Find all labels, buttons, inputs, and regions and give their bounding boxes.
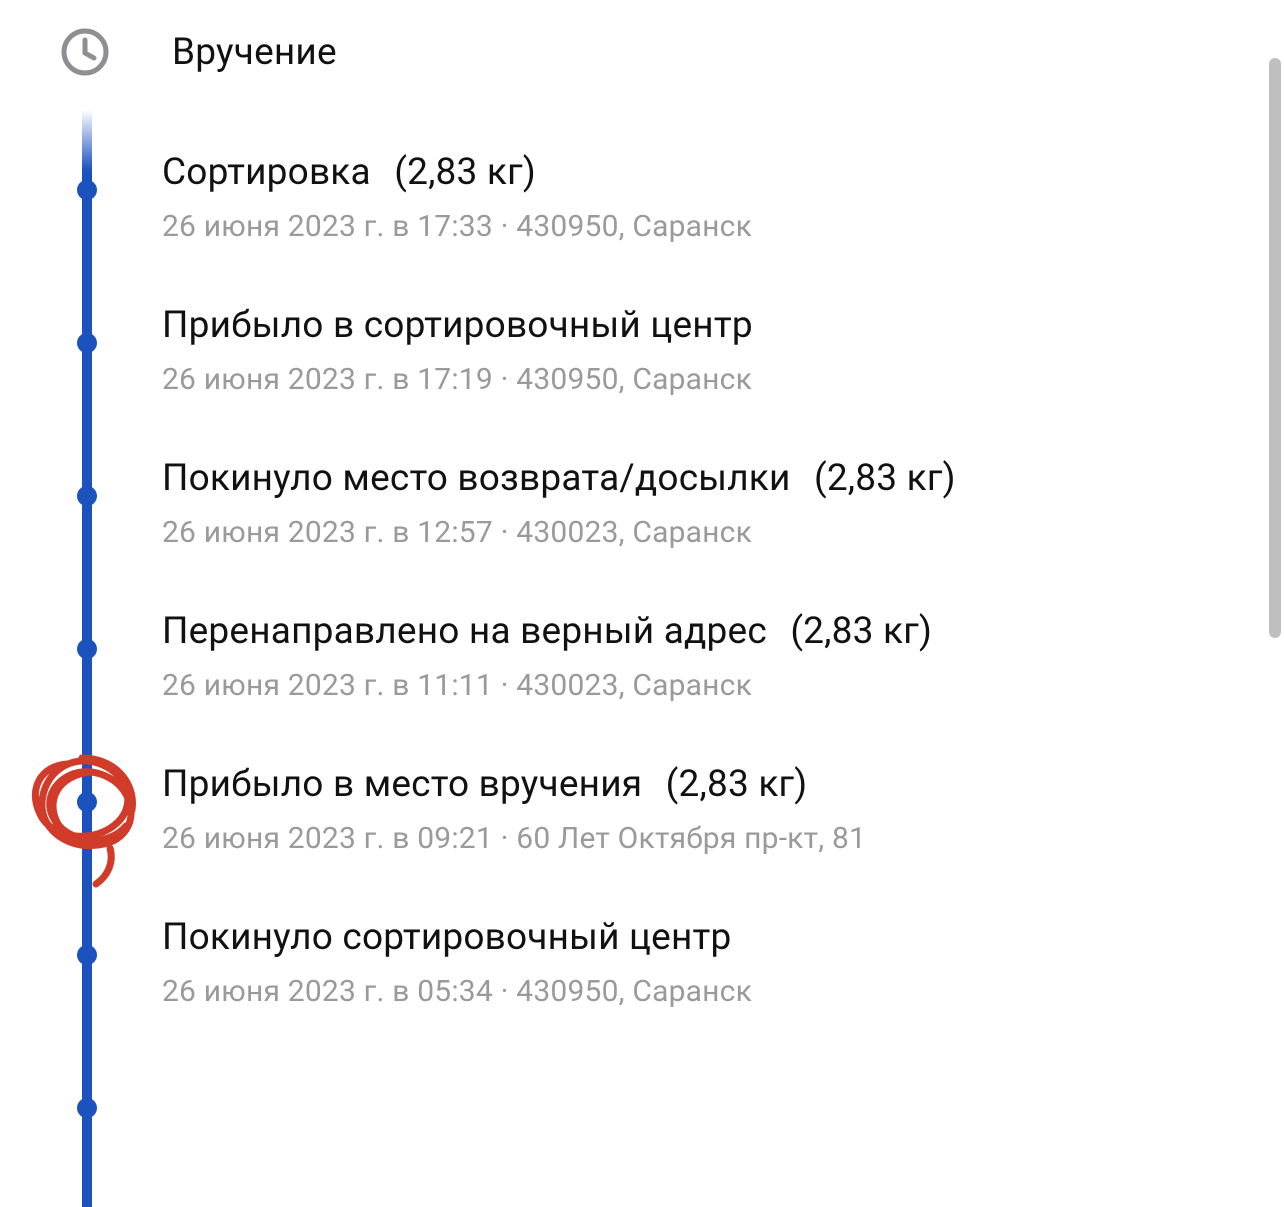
event-location: 60 Лет Октября пр-кт, 81 xyxy=(516,821,866,856)
event-separator: · xyxy=(501,209,517,244)
event-datetime: 26 июня 2023 г. в 11:11 xyxy=(162,668,493,703)
timeline-header: Вручение xyxy=(60,22,337,82)
event-title: Прибыло в сортировочный центр xyxy=(162,305,1164,348)
event-location: 430950, Саранск xyxy=(516,209,752,244)
event-weight: (2,83 кг) xyxy=(666,763,808,806)
event-separator: · xyxy=(501,821,517,856)
event-title: Сортировка (2,83 кг) xyxy=(162,152,1164,195)
event-title: Прибыло в место вручения (2,83 кг) xyxy=(162,764,1164,807)
event-subtitle: 26 июня 2023 г. в 05:34 · 430950, Саранс… xyxy=(162,974,1164,1009)
timeline-dot xyxy=(77,180,97,200)
event-weight: (2,83 кг) xyxy=(790,610,932,653)
timeline-event: Сортировка (2,83 кг) 26 июня 2023 г. в 1… xyxy=(162,152,1164,244)
event-title-text: Прибыло в сортировочный центр xyxy=(162,304,753,347)
event-datetime: 26 июня 2023 г. в 05:34 xyxy=(162,974,493,1009)
event-subtitle: 26 июня 2023 г. в 09:21 · 60 Лет Октября… xyxy=(162,821,1164,856)
event-datetime: 26 июня 2023 г. в 17:33 xyxy=(162,209,493,244)
timeline-dot xyxy=(77,792,97,812)
tracking-timeline-view: Вручение Сортировка (2,83 кг) 26 июня 20… xyxy=(0,0,1284,1207)
event-separator: · xyxy=(501,974,517,1009)
timeline-dot xyxy=(77,945,97,965)
timeline-dot xyxy=(77,639,97,659)
event-datetime: 26 июня 2023 г. в 09:21 xyxy=(162,821,493,856)
clock-icon xyxy=(60,27,110,77)
event-title-text: Покинуло сортировочный центр xyxy=(162,916,732,959)
scrollbar-thumb[interactable] xyxy=(1269,58,1281,638)
event-subtitle: 26 июня 2023 г. в 11:11 · 430023, Саранс… xyxy=(162,668,1164,703)
scrollbar-track[interactable] xyxy=(1266,0,1284,1207)
event-separator: · xyxy=(501,515,517,550)
timeline-event: Покинуло место возврата/досылки (2,83 кг… xyxy=(162,458,1164,550)
timeline-header-title: Вручение xyxy=(172,31,337,74)
event-location: 430023, Саранск xyxy=(516,668,752,703)
event-separator: · xyxy=(501,668,517,703)
event-separator: · xyxy=(501,362,517,397)
event-datetime: 26 июня 2023 г. в 17:19 xyxy=(162,362,493,397)
event-subtitle: 26 июня 2023 г. в 17:33 · 430950, Саранс… xyxy=(162,209,1164,244)
event-subtitle: 26 июня 2023 г. в 12:57 · 430023, Саранс… xyxy=(162,515,1164,550)
timeline-dot xyxy=(77,333,97,353)
event-title-text: Перенаправлено на верный адрес xyxy=(162,610,767,653)
event-weight: (2,83 кг) xyxy=(394,151,536,194)
event-location: 430023, Саранск xyxy=(516,515,752,550)
event-title-text: Прибыло в место вручения xyxy=(162,763,642,806)
timeline-dot xyxy=(77,486,97,506)
event-subtitle: 26 июня 2023 г. в 17:19 · 430950, Саранс… xyxy=(162,362,1164,397)
event-title: Покинуло сортировочный центр xyxy=(162,917,1164,960)
event-title-text: Сортировка xyxy=(162,151,371,194)
timeline-event: Перенаправлено на верный адрес (2,83 кг)… xyxy=(162,611,1164,703)
event-title-text: Покинуло место возврата/досылки xyxy=(162,457,791,500)
timeline-event: Прибыло в место вручения (2,83 кг) 26 ию… xyxy=(162,764,1164,856)
event-location: 430950, Саранск xyxy=(516,974,752,1009)
event-title: Перенаправлено на верный адрес (2,83 кг) xyxy=(162,611,1164,654)
event-title: Покинуло место возврата/досылки (2,83 кг… xyxy=(162,458,1164,501)
event-weight: (2,83 кг) xyxy=(814,457,956,500)
timeline-event: Покинуло сортировочный центр 26 июня 202… xyxy=(162,917,1164,1009)
event-location: 430950, Саранск xyxy=(516,362,752,397)
event-datetime: 26 июня 2023 г. в 12:57 xyxy=(162,515,493,550)
timeline-dot xyxy=(77,1098,97,1118)
timeline-event: Прибыло в сортировочный центр 26 июня 20… xyxy=(162,305,1164,397)
